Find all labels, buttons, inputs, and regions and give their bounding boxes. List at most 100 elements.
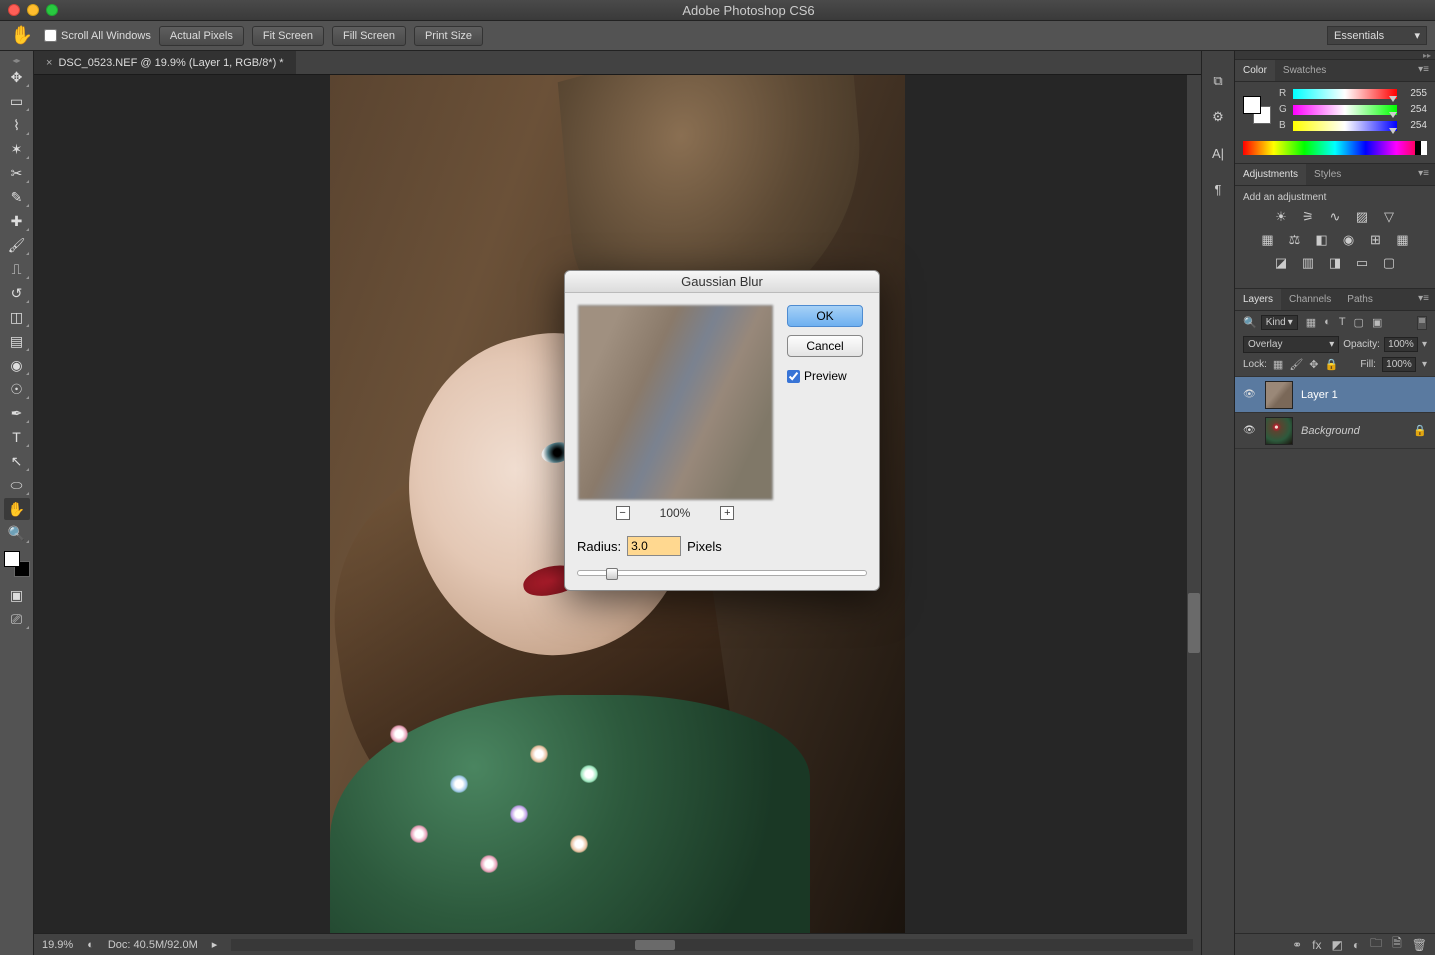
tab-swatches[interactable]: Swatches [1275,60,1334,81]
layer-item[interactable]: 👁 Background 🔒 [1235,413,1435,449]
tab-adjustments[interactable]: Adjustments [1235,164,1306,185]
properties-panel-icon[interactable]: ⚙ [1208,107,1228,127]
radius-input[interactable] [627,536,681,556]
panel-fg-bg-colors[interactable] [1243,96,1271,124]
horizontal-scrollbar[interactable] [231,939,1193,951]
opacity-arrow-icon[interactable]: ▾ [1422,339,1427,350]
radius-slider[interactable] [577,570,867,576]
b-value[interactable]: 254 [1401,120,1427,131]
vibrance-icon[interactable]: ▽ [1380,209,1398,225]
selective-color-icon[interactable]: ▢ [1380,255,1398,271]
eraser-tool[interactable]: ◫ [4,306,30,328]
gradient-tool[interactable]: ▤ [4,330,30,352]
filter-preview[interactable] [578,305,773,500]
minimize-window-button[interactable] [27,4,39,16]
panels-collapse-handle[interactable]: ▸▸ [1235,51,1435,59]
fill-value[interactable]: 100% [1382,357,1416,372]
zoom-tool[interactable]: 🔍 [4,522,30,544]
visibility-icon[interactable]: 👁 [1243,389,1257,400]
healing-brush-tool[interactable]: ✚ [4,210,30,232]
black-white-icon[interactable]: ◧ [1313,232,1331,248]
panel-menu-icon[interactable]: ▾≡ [1412,164,1435,185]
blend-mode-select[interactable]: Overlay▾ [1243,336,1339,353]
preview-checkbox-input[interactable] [787,370,800,383]
cancel-button[interactable]: Cancel [787,335,863,357]
ok-button[interactable]: OK [787,305,863,327]
filter-type-layer-icon[interactable]: T [1339,316,1346,329]
r-value[interactable]: 255 [1401,88,1427,99]
foreground-color-swatch[interactable] [4,551,20,567]
eyedropper-tool[interactable]: ✎ [4,186,30,208]
tab-color[interactable]: Color [1235,60,1275,81]
paragraph-panel-icon[interactable]: ¶ [1208,179,1228,199]
scroll-all-windows-input[interactable] [44,29,57,42]
hand-tool[interactable]: ✋ [4,498,30,520]
hue-saturation-icon[interactable]: ▦ [1259,232,1277,248]
blur-tool[interactable]: ◉ [4,354,30,376]
lock-all-icon[interactable]: 🔒 [1325,358,1339,371]
move-tool[interactable]: ✥ [4,66,30,88]
clone-stamp-tool[interactable]: ⎍ [4,258,30,280]
marquee-tool[interactable]: ▭ [4,90,30,112]
scrollbar-thumb[interactable] [1188,593,1200,653]
foreground-background-colors[interactable] [4,551,30,577]
filter-adjustment-icon[interactable]: ◐ [1324,316,1331,329]
exposure-icon[interactable]: ▨ [1353,209,1371,225]
threshold-icon[interactable]: ◨ [1326,255,1344,271]
document-tab[interactable]: × DSC_0523.NEF @ 19.9% (Layer 1, RGB/8*)… [34,51,296,74]
crop-tool[interactable]: ✂ [4,162,30,184]
color-balance-icon[interactable]: ⚖ [1286,232,1304,248]
fill-arrow-icon[interactable]: ▾ [1422,359,1427,370]
photo-filter-icon[interactable]: ◉ [1340,232,1358,248]
lasso-tool[interactable]: ⌇ [4,114,30,136]
quick-selection-tool[interactable]: ✶ [4,138,30,160]
doc-info-arrow-icon[interactable]: ▸ [212,938,218,951]
pen-tool[interactable]: ✒ [4,402,30,424]
close-tab-icon[interactable]: × [46,57,52,69]
path-selection-tool[interactable]: ↖ [4,450,30,472]
g-value[interactable]: 254 [1401,104,1427,115]
workspace-switcher[interactable]: Essentials ▾ [1327,26,1427,45]
radius-slider-thumb[interactable] [606,568,618,580]
layer-item[interactable]: 👁 Layer 1 [1235,377,1435,413]
gradient-map-icon[interactable]: ▭ [1353,255,1371,271]
preview-checkbox[interactable]: Preview [787,369,867,383]
color-spectrum[interactable] [1243,141,1427,155]
levels-icon[interactable]: ⚞ [1299,209,1317,225]
history-brush-tool[interactable]: ↺ [4,282,30,304]
layer-thumbnail[interactable] [1265,417,1293,445]
filter-smart-icon[interactable]: ▣ [1372,316,1382,329]
layer-name[interactable]: Layer 1 [1301,389,1427,401]
doc-info[interactable]: Doc: 40.5M/92.0M [108,939,198,951]
visibility-icon[interactable]: 👁 [1243,425,1257,436]
b-slider[interactable] [1293,121,1397,131]
layer-style-icon[interactable]: fx [1312,938,1321,952]
layer-thumbnail[interactable] [1265,381,1293,409]
history-panel-icon[interactable]: ⧉ [1208,71,1228,91]
tab-channels[interactable]: Channels [1281,289,1339,310]
canvas-viewport[interactable]: Gaussian Blur − 100% + OK Cancel [34,75,1201,933]
tab-layers[interactable]: Layers [1235,289,1281,310]
tab-paths[interactable]: Paths [1339,289,1381,310]
link-layers-icon[interactable]: ⚭ [1292,938,1302,952]
zoom-out-button[interactable]: − [616,506,630,520]
lock-transparency-icon[interactable]: ▦ [1273,358,1283,371]
filter-type-icon[interactable]: 🔍 [1243,316,1257,329]
new-fill-adjustment-icon[interactable]: ◐ [1353,938,1360,952]
zoom-level[interactable]: 19.9% [42,939,73,951]
r-slider[interactable] [1293,89,1397,99]
panel-menu-icon[interactable]: ▾≡ [1412,60,1435,81]
brightness-contrast-icon[interactable]: ☀ [1272,209,1290,225]
fit-screen-button[interactable]: Fit Screen [252,26,324,46]
posterize-icon[interactable]: ▥ [1299,255,1317,271]
lock-pixels-icon[interactable]: 🖌 [1289,358,1303,371]
zoom-in-button[interactable]: + [720,506,734,520]
zoom-window-button[interactable] [46,4,58,16]
dodge-tool[interactable]: ☉ [4,378,30,400]
character-panel-icon[interactable]: A| [1208,143,1228,163]
new-group-icon[interactable]: 🗀 [1370,934,1382,955]
opacity-value[interactable]: 100% [1384,337,1418,352]
delete-layer-icon[interactable]: 🗑 [1412,938,1427,952]
layer-name[interactable]: Background [1301,425,1405,437]
screen-mode[interactable]: ⎚ [4,608,30,630]
